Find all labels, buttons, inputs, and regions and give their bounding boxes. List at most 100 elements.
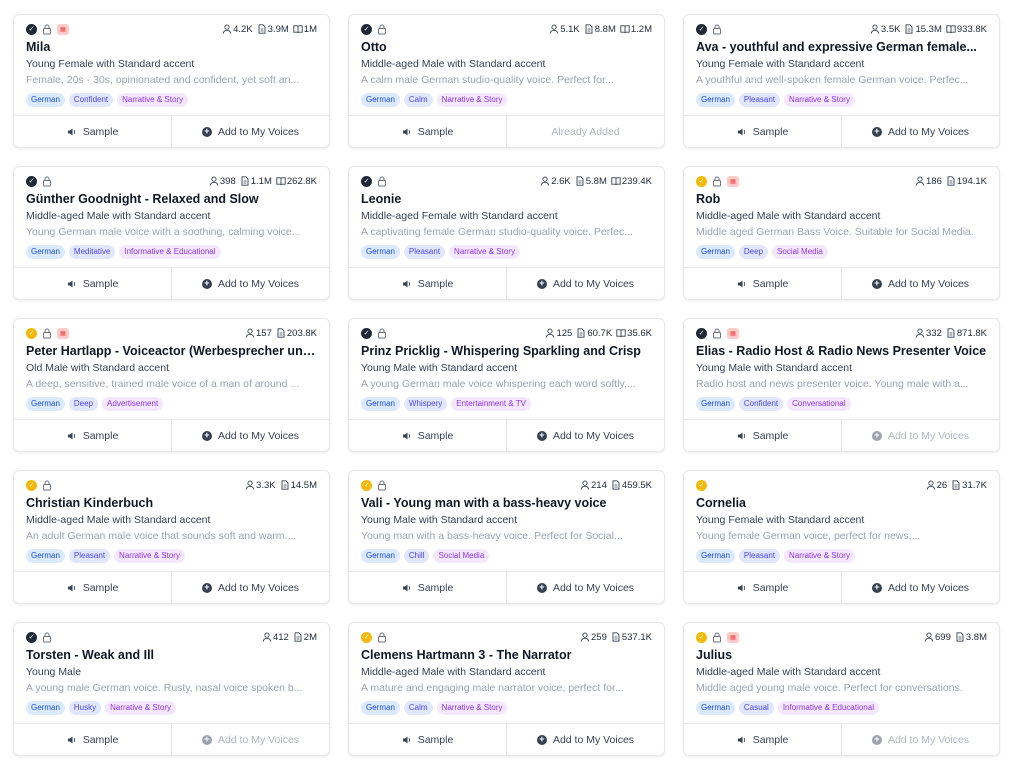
voice-tag[interactable]: Meditative <box>68 245 116 259</box>
voice-tag[interactable]: Narrative & Story <box>436 701 508 715</box>
voice-tag[interactable]: German <box>26 245 65 259</box>
sample-button[interactable]: Sample <box>349 116 506 147</box>
sample-button[interactable]: Sample <box>349 268 506 299</box>
add-to-my-voices-button[interactable]: + Add to My Voices <box>506 420 664 451</box>
sample-button[interactable]: Sample <box>14 420 171 451</box>
voice-tag[interactable]: German <box>696 701 735 715</box>
sample-button[interactable]: Sample <box>14 572 171 603</box>
voice-tags: German Calm Narrative & Story <box>361 93 652 107</box>
voice-card-body: ✓ 26 31.7K Cornelia Young Female with St… <box>684 471 999 571</box>
voice-tag[interactable]: Deep <box>68 397 99 411</box>
voice-tag[interactable]: Confident <box>738 397 784 411</box>
add-to-my-voices-button[interactable]: + Add to My Voices <box>841 268 999 299</box>
add-to-my-voices-button[interactable]: + Add to My Voices <box>506 268 664 299</box>
voice-tag[interactable]: Whispery <box>403 397 448 411</box>
voice-tag[interactable]: German <box>361 701 400 715</box>
voice-card: ✓ ▦ 699 3.8M Julius Middle-aged Male wit… <box>683 622 1000 756</box>
voice-tag[interactable]: German <box>26 93 65 107</box>
hq-badge-icon: ▦ <box>727 175 739 187</box>
voice-tag[interactable]: German <box>696 93 735 107</box>
voice-tag[interactable]: Entertainment & TV <box>451 397 531 411</box>
gold-check-icon: ✓ <box>696 175 707 187</box>
add-to-my-voices-button[interactable]: + Add to My Voices <box>171 572 329 603</box>
voice-tag[interactable]: Chill <box>403 549 430 563</box>
sample-label: Sample <box>752 733 789 746</box>
voice-subtitle: Middle-aged Male with Standard accent <box>361 666 546 678</box>
voice-tag[interactable]: Social Media <box>772 245 828 259</box>
sample-button[interactable]: Sample <box>684 420 841 451</box>
add-to-my-voices-button[interactable]: + Add to My Voices <box>171 420 329 451</box>
voice-tag[interactable]: Pleasant <box>68 549 111 563</box>
plus-circle-icon: + <box>201 734 212 745</box>
voice-tag[interactable]: Conversational <box>787 397 851 411</box>
card-actions: Sample + Add to My Voices <box>14 571 329 603</box>
voice-tag[interactable]: Calm <box>403 701 433 715</box>
speaker-icon <box>67 584 75 591</box>
add-to-my-voices-button[interactable]: + Add to My Voices <box>506 572 664 603</box>
voice-tag[interactable]: German <box>361 245 400 259</box>
voice-tag[interactable]: Narrative & Story <box>784 93 855 107</box>
voice-tag[interactable]: Deep <box>738 245 769 259</box>
voice-tag[interactable]: Husky <box>68 701 102 715</box>
voice-tag[interactable]: Narrative & Story <box>449 245 520 259</box>
add-to-my-voices-button[interactable]: + Add to My Voices <box>171 724 329 755</box>
add-to-my-voices-button[interactable]: + Add to My Voices <box>171 268 329 299</box>
sample-button[interactable]: Sample <box>349 572 506 603</box>
voice-tag[interactable]: Calm <box>403 93 433 107</box>
speaker-icon <box>402 280 410 287</box>
voice-tag[interactable]: Narrative & Story <box>784 549 855 563</box>
voice-tag[interactable]: Pleasant <box>403 245 446 259</box>
voice-tag[interactable]: Informative & Educational <box>119 245 221 259</box>
sample-button[interactable]: Sample <box>14 116 171 147</box>
speaker-icon <box>67 128 75 135</box>
voice-tag[interactable]: German <box>26 397 65 411</box>
voice-tag[interactable]: Narrative & Story <box>117 93 189 107</box>
voice-tag[interactable]: German <box>696 397 735 411</box>
voice-tag[interactable]: German <box>361 549 400 563</box>
voice-tag[interactable]: Narrative & Story <box>436 93 508 107</box>
card-top-row: ✓ 125 60.7K 35.6K <box>361 327 652 339</box>
speaker-icon <box>67 280 75 287</box>
voice-description: A young German male voice whispering eac… <box>361 378 636 390</box>
sample-button[interactable]: Sample <box>684 268 841 299</box>
voice-subtitle: Middle-aged Male with Standard accent <box>696 666 881 678</box>
add-to-my-voices-button[interactable]: + Add to My Voices <box>841 724 999 755</box>
sample-button[interactable]: Sample <box>349 724 506 755</box>
sample-button[interactable]: Sample <box>14 268 171 299</box>
voice-tag[interactable]: Narrative & Story <box>105 701 177 715</box>
users-stat: 186 <box>915 176 942 187</box>
sample-button[interactable]: Sample <box>684 572 841 603</box>
voice-tag[interactable]: Narrative & Story <box>114 549 185 563</box>
voice-name: Mila <box>26 40 51 54</box>
voice-card: ✓ 398 1.1M 262.8K Günther Goodnight - Re… <box>13 166 330 300</box>
voice-tag[interactable]: German <box>361 397 400 411</box>
voice-tag[interactable]: German <box>26 549 65 563</box>
voice-tag[interactable]: German <box>26 701 65 715</box>
voice-tag[interactable]: Pleasant <box>738 549 781 563</box>
characters-stat: 537.1K <box>611 632 652 643</box>
voice-tag[interactable]: Informative & Educational <box>777 701 879 715</box>
voice-subtitle: Young Female with Standard accent <box>26 58 195 70</box>
plus-circle-icon: + <box>201 278 212 289</box>
card-top-row: ✓ 412 2M <box>26 631 317 643</box>
add-to-my-voices-button[interactable]: + Add to My Voices <box>171 116 329 147</box>
sample-button[interactable]: Sample <box>349 420 506 451</box>
add-to-my-voices-button[interactable]: + Add to My Voices <box>841 116 999 147</box>
add-to-my-voices-button[interactable]: + Add to My Voices <box>841 420 999 451</box>
voice-tag[interactable]: Advertisement <box>102 397 164 411</box>
voice-tag[interactable]: German <box>696 549 735 563</box>
voice-tag[interactable]: German <box>696 245 735 259</box>
lock-icon <box>378 480 386 490</box>
voice-tag[interactable]: Pleasant <box>738 93 781 107</box>
add-to-my-voices-button[interactable]: + Add to My Voices <box>841 572 999 603</box>
voice-tag[interactable]: Social Media <box>433 549 490 563</box>
sample-button[interactable]: Sample <box>684 724 841 755</box>
sample-button[interactable]: Sample <box>684 116 841 147</box>
add-to-my-voices-button[interactable]: + Add to My Voices <box>506 724 664 755</box>
voice-tag[interactable]: Confident <box>68 93 114 107</box>
voice-tag[interactable]: Casual <box>738 701 774 715</box>
speaker-icon <box>67 736 75 743</box>
voice-tag[interactable]: German <box>361 93 400 107</box>
card-stats: 26 31.7K <box>926 480 987 491</box>
sample-button[interactable]: Sample <box>14 724 171 755</box>
